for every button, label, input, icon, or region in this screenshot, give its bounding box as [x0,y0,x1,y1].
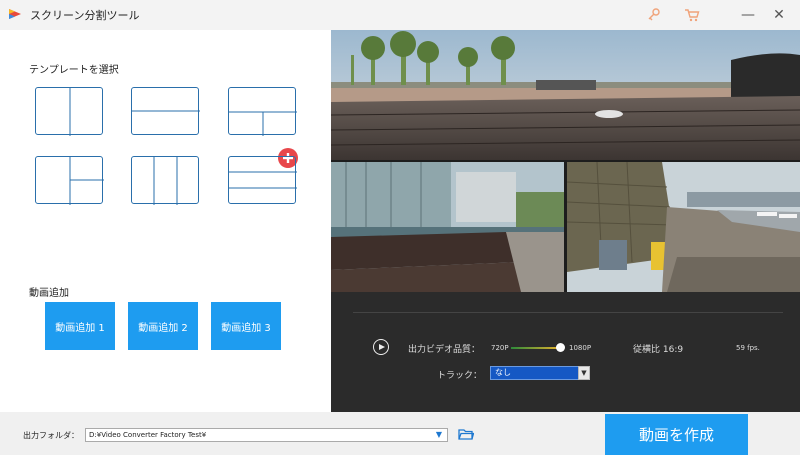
play-icon[interactable] [373,339,389,355]
add-video-2-button[interactable]: 動画追加 2 [128,302,198,350]
quality-label: 出力ビデオ品質： [408,345,481,355]
quality-min-label: 720P [491,344,509,352]
quality-max-label: 1080P [569,344,592,352]
quality-slider-handle[interactable] [556,343,565,352]
minimize-button[interactable]: — [737,4,759,26]
preview-pane-top[interactable] [331,30,800,160]
add-video-3-button[interactable]: 動画追加 3 [211,302,281,350]
control-panel: 出力ビデオ品質： 720P 1080P 従横比 16:9 59 fps. トラッ… [331,292,800,412]
folder-icon[interactable] [458,427,474,441]
template-three-horizontal[interactable] [228,156,297,204]
output-folder-field[interactable]: D:¥Video Converter Factory Test¥ [85,428,448,442]
output-folder-label: 出力フォルダ： [23,431,79,440]
timeline-divider [353,312,783,313]
template-one-top-two-bottom[interactable] [228,87,297,136]
template-two-horizontal[interactable] [131,87,200,135]
track-select[interactable]: なし [490,366,590,380]
template-two-vertical[interactable] [35,87,103,136]
add-video-1-button[interactable]: 動画追加 1 [45,302,115,350]
app-title: スクリーン分割ツール [30,9,140,22]
template-one-left-two-right[interactable] [35,156,104,205]
template-heading: テンプレートを選択 [29,65,119,76]
chevron-down-icon[interactable]: ▼ [578,366,590,380]
video-preview [331,30,800,292]
preview-pane-bottom-left[interactable] [331,162,564,292]
create-video-button[interactable]: 動画を作成 [605,414,748,455]
track-label: トラック： [437,371,483,381]
title-bar: スクリーン分割ツール — ✕ [0,0,800,30]
preview-pane-bottom-right[interactable] [567,162,800,292]
bottom-bar: 出力フォルダ： D:¥Video Converter Factory Test¥… [0,412,800,455]
close-button[interactable]: ✕ [768,4,790,26]
cart-icon[interactable] [683,6,701,24]
quality-slider-track[interactable] [511,347,559,349]
video-add-heading: 動画追加 [29,288,69,299]
template-three-vertical[interactable] [131,156,199,205]
app-logo-icon [9,9,21,19]
left-panel: テンプレートを選択 動画追加 動画追加 1 動画追加 2 動画追加 3 [0,30,331,412]
output-dropdown-icon[interactable]: ▼ [432,429,446,441]
fps-label: 59 fps. [736,344,760,352]
aspect-ratio-label: 従横比 16:9 [633,345,684,355]
key-icon[interactable] [645,6,663,24]
